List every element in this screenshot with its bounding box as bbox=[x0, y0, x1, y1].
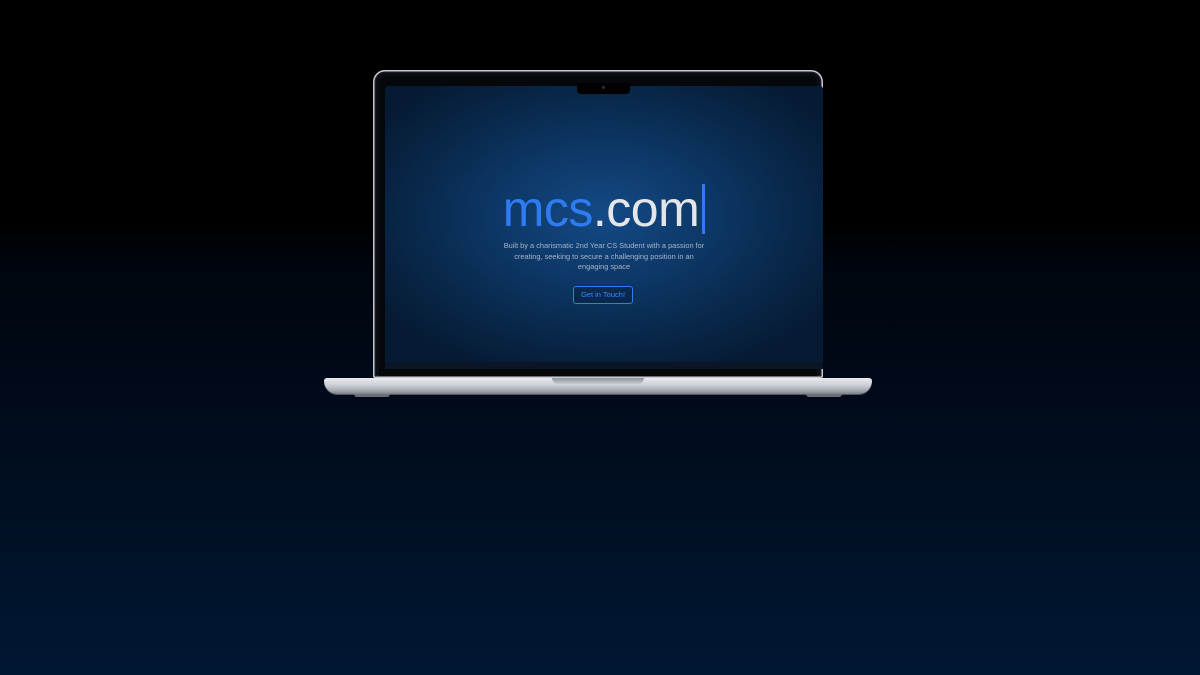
camera-icon bbox=[602, 86, 605, 89]
lid-opening-notch bbox=[552, 378, 644, 384]
get-in-touch-button[interactable]: Get in Touch! bbox=[573, 286, 633, 304]
laptop-lid: mcs.com Built by a charismatic 2nd Year … bbox=[373, 70, 823, 378]
showcase-scene: mcs.com Built by a charismatic 2nd Year … bbox=[0, 0, 1200, 675]
laptop-foot-right bbox=[806, 394, 842, 397]
camera-notch bbox=[577, 83, 630, 94]
laptop-base bbox=[324, 378, 872, 394]
hero-title: mcs.com bbox=[385, 179, 823, 239]
screen-bottom-bar bbox=[385, 362, 823, 369]
hero-subtitle: Built by a charismatic 2nd Year CS Stude… bbox=[503, 241, 705, 271]
hero-title-accent: mcs bbox=[502, 181, 594, 237]
hero-title-main: .com bbox=[592, 181, 700, 237]
laptop-screen: mcs.com Built by a charismatic 2nd Year … bbox=[385, 86, 823, 369]
typing-cursor bbox=[702, 184, 706, 234]
laptop-mockup: mcs.com Built by a charismatic 2nd Year … bbox=[324, 70, 872, 403]
screen-bezel: mcs.com Built by a charismatic 2nd Year … bbox=[379, 76, 823, 376]
laptop-foot-left bbox=[354, 394, 390, 397]
